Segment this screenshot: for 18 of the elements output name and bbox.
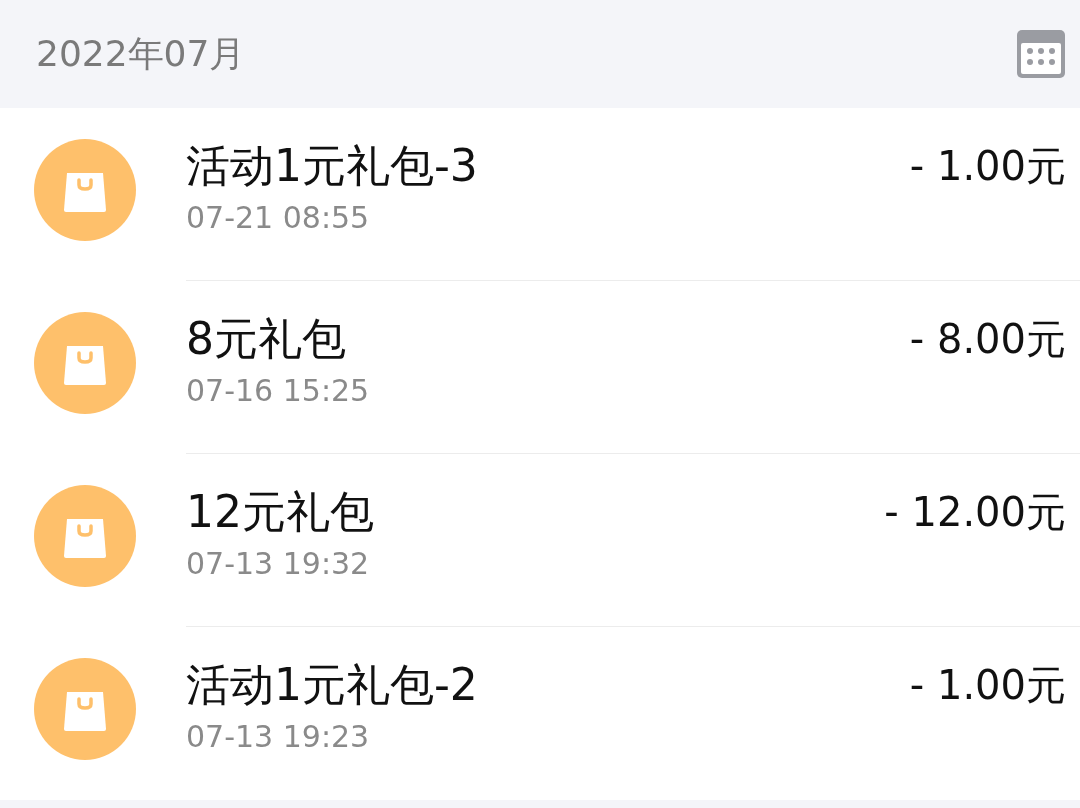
- transaction-time: 07-13 19:23: [186, 719, 371, 754]
- shopping-bag-icon: [34, 485, 136, 587]
- transaction-title: 8元礼包: [186, 312, 347, 366]
- transaction-amount: - 12.00元: [884, 488, 1066, 537]
- transaction-amount: - 8.00元: [909, 315, 1066, 364]
- transaction-time: 07-21 08:55: [186, 200, 371, 235]
- transaction-title: 活动1元礼包-2: [186, 658, 478, 712]
- transaction-amount: - 1.00元: [909, 661, 1066, 710]
- shopping-bag-icon: [34, 139, 136, 241]
- month-label: 2022年07月: [36, 31, 246, 76]
- transaction-title: 活动1元礼包-3: [186, 139, 478, 193]
- transaction-amount: - 1.00元: [909, 142, 1066, 191]
- calendar-icon[interactable]: [1016, 29, 1066, 79]
- transaction-title: 12元礼包: [186, 485, 374, 539]
- shopping-bag-icon: [34, 312, 136, 414]
- shopping-bag-icon: [34, 658, 136, 760]
- transaction-time: 07-16 15:25: [186, 373, 370, 408]
- transaction-time: 07-13 19:32: [186, 546, 371, 581]
